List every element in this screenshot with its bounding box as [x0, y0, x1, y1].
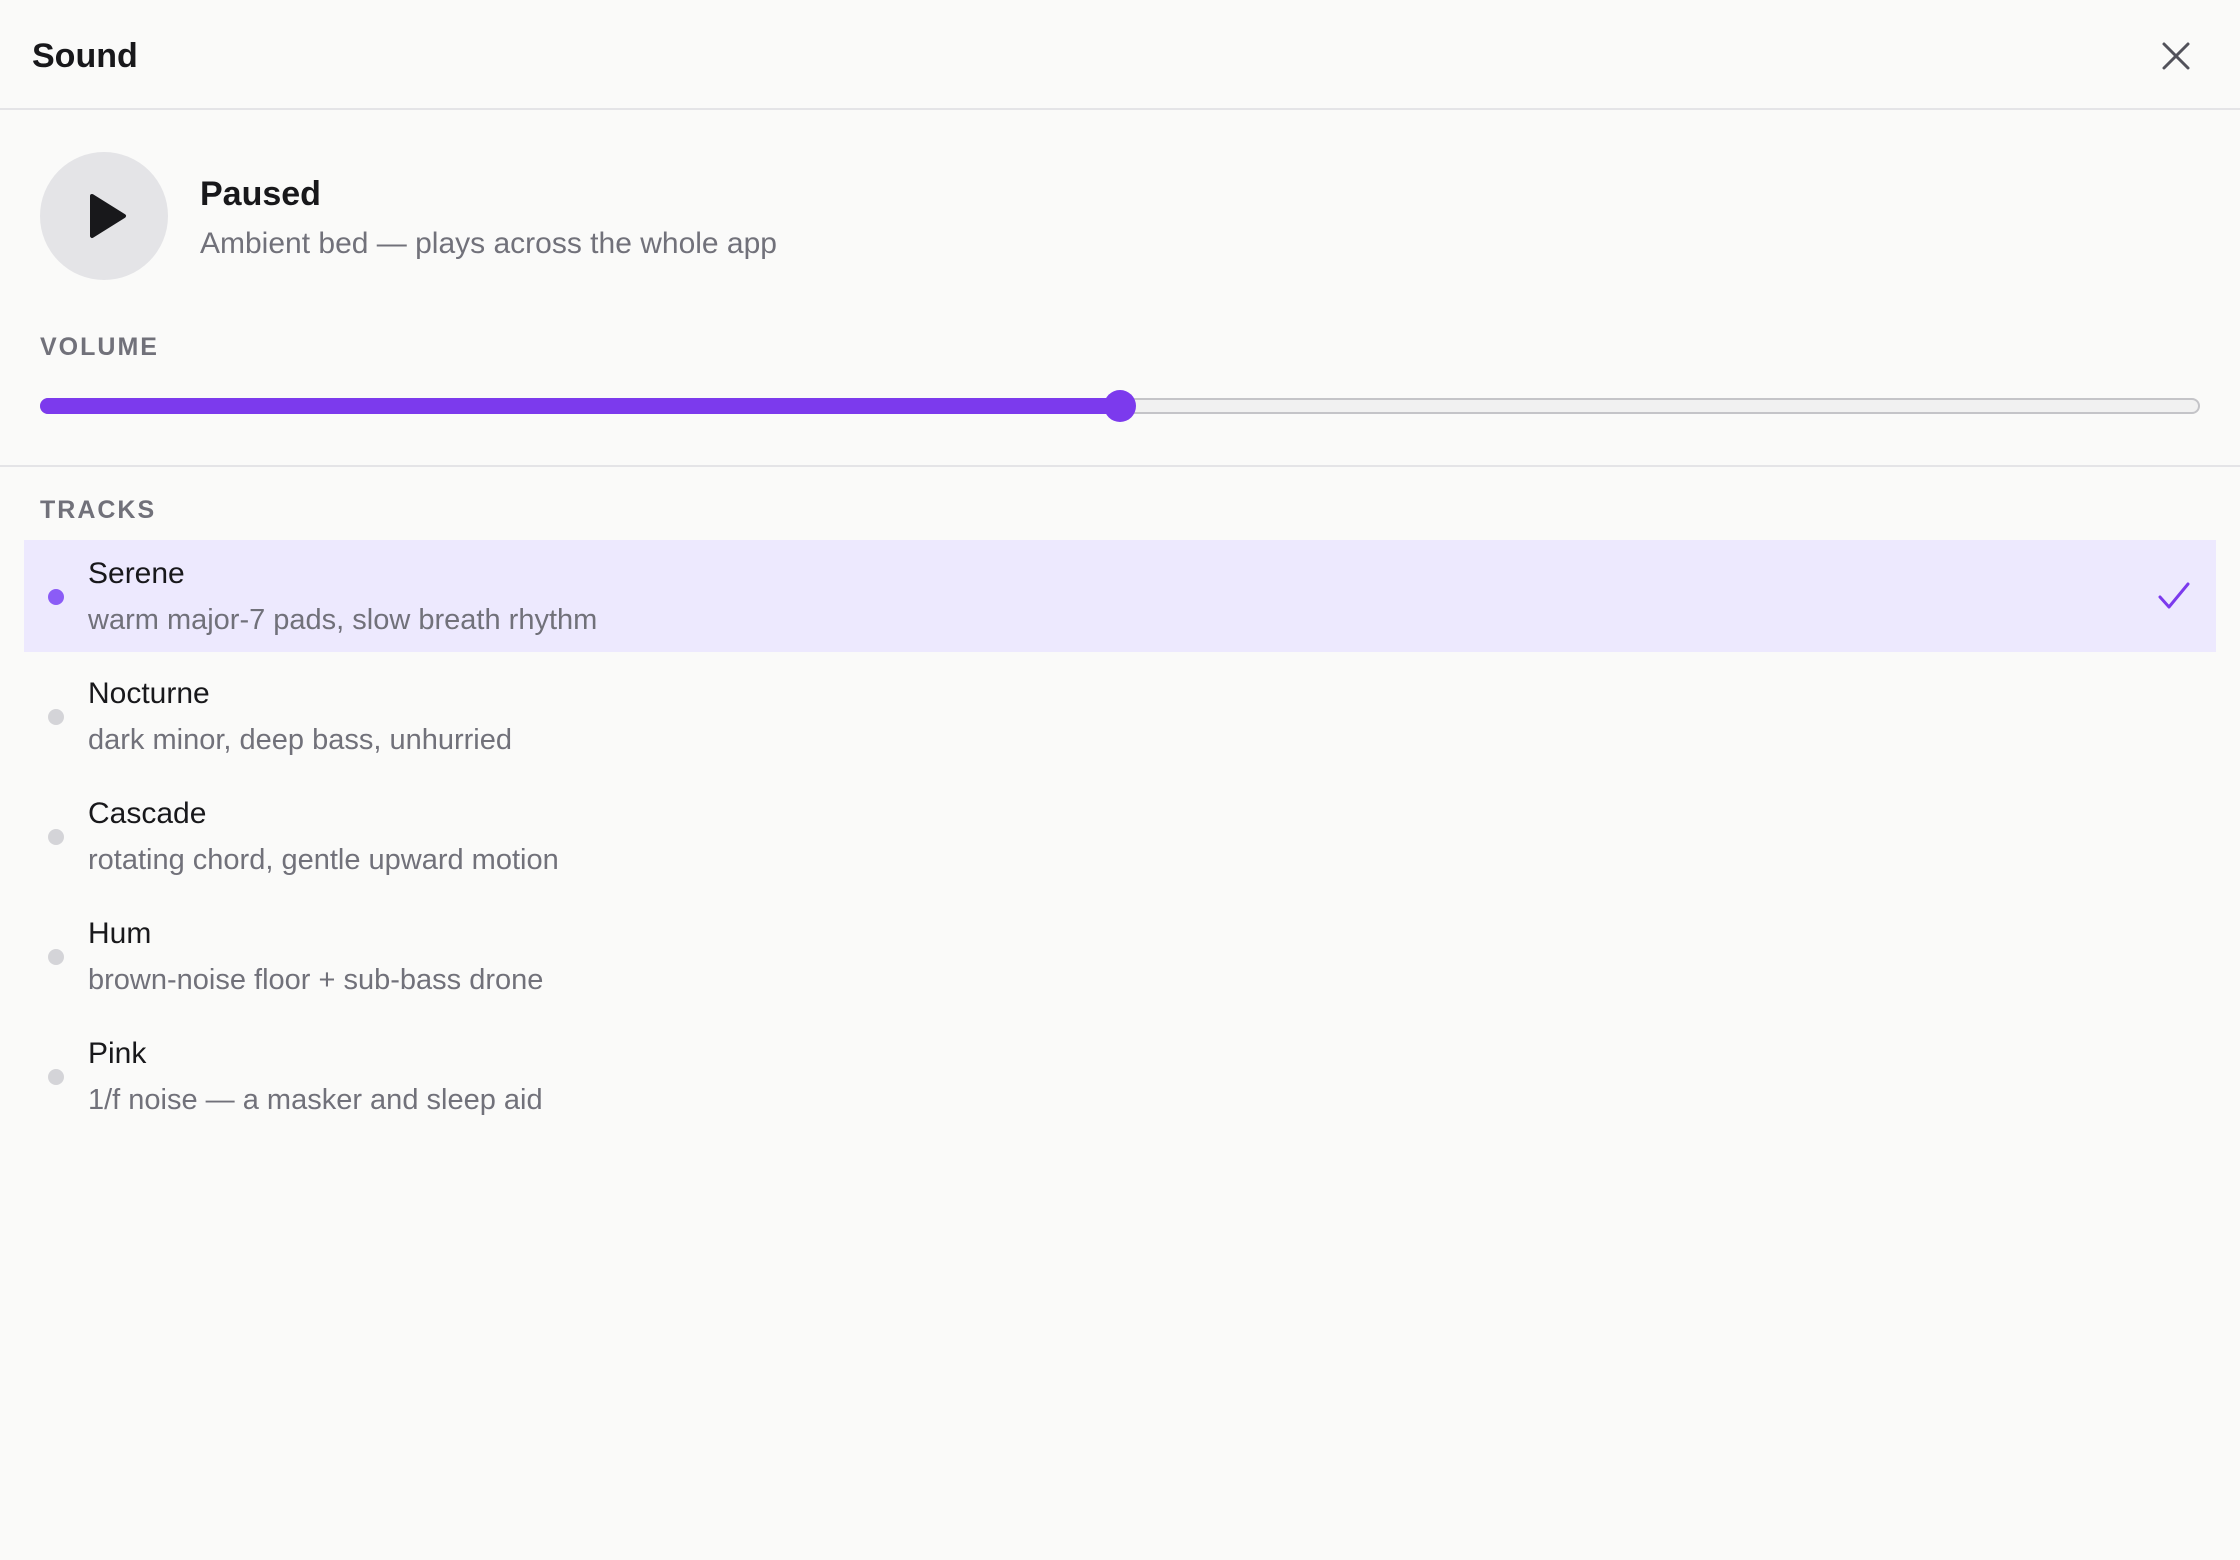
track-description: brown-noise floor + sub-bass drone — [88, 964, 544, 996]
play-icon — [90, 194, 126, 238]
track-description: 1/f noise — a masker and sleep aid — [88, 1084, 543, 1116]
track-indicator-dot — [48, 1069, 64, 1085]
track-name: Nocturne — [88, 677, 210, 710]
player-description: Ambient bed — plays across the whole app — [200, 227, 777, 260]
play-button[interactable] — [40, 152, 168, 280]
dialog-header: Sound — [0, 0, 2240, 110]
track-item-cascade[interactable]: Cascade rotating chord, gentle upward mo… — [24, 780, 2216, 892]
track-indicator-dot — [48, 589, 64, 605]
track-item-pink[interactable]: Pink 1/f noise — a masker and sleep aid — [24, 1020, 2216, 1132]
track-name: Hum — [88, 917, 152, 950]
track-indicator-dot — [48, 949, 64, 965]
track-item-nocturne[interactable]: Nocturne dark minor, deep bass, unhurrie… — [24, 660, 2216, 772]
track-description: rotating chord, gentle upward motion — [88, 844, 559, 876]
track-name: Serene — [88, 557, 185, 590]
track-name: Cascade — [88, 797, 207, 830]
dialog-title: Sound — [32, 37, 138, 75]
track-name: Pink — [88, 1037, 147, 1070]
check-icon — [2158, 582, 2190, 609]
track-description: dark minor, deep bass, unhurried — [88, 724, 512, 756]
close-icon — [2162, 42, 2190, 70]
track-indicator-dot — [48, 709, 64, 725]
player: Paused Ambient bed — plays across the wh… — [40, 152, 2200, 280]
section-divider — [0, 465, 2240, 467]
track-item-hum[interactable]: Hum brown-noise floor + sub-bass drone — [24, 900, 2216, 1012]
track-description: warm major-7 pads, slow breath rhythm — [88, 604, 598, 636]
close-button[interactable] — [2146, 26, 2206, 86]
tracks-label: TRACKS — [40, 496, 157, 524]
volume-label: VOLUME — [40, 333, 159, 361]
volume-slider-thumb[interactable] — [1104, 390, 1136, 422]
volume-slider[interactable] — [40, 390, 2200, 422]
track-list: Serene warm major-7 pads, slow breath rh… — [24, 540, 2216, 1140]
track-item-serene[interactable]: Serene warm major-7 pads, slow breath rh… — [24, 540, 2216, 652]
volume-slider-fill — [40, 398, 1120, 414]
track-indicator-dot — [48, 829, 64, 845]
playback-status: Paused — [200, 175, 321, 213]
